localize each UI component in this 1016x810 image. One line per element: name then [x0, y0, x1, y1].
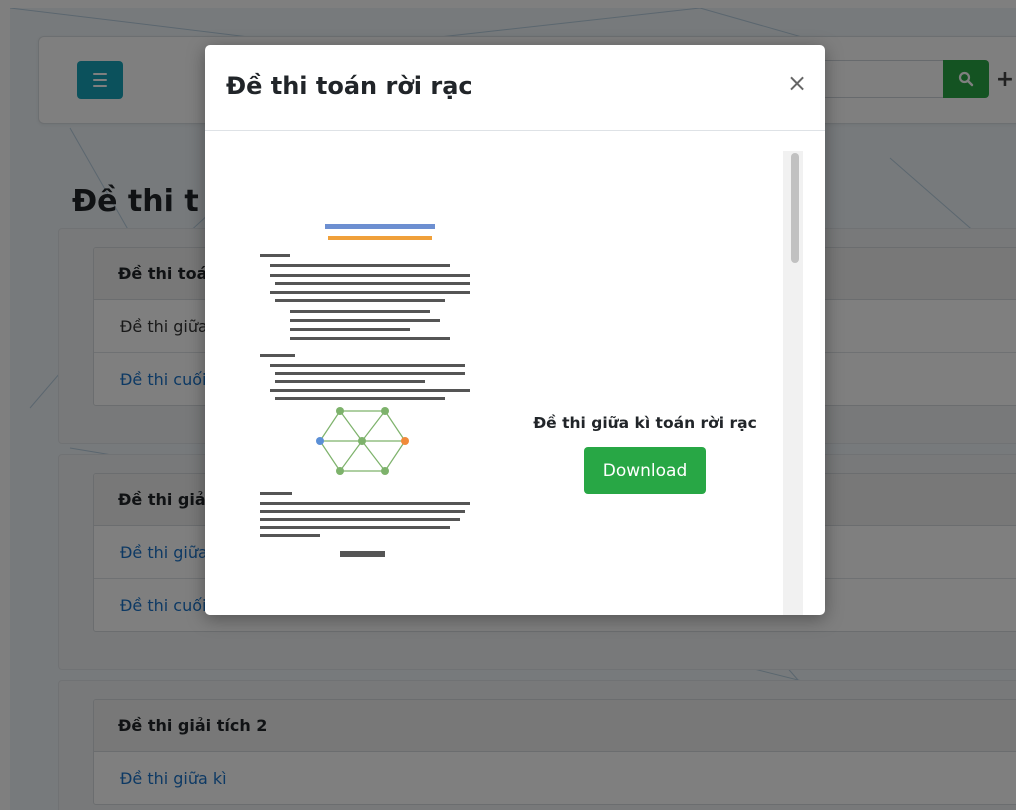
exam-modal: Đề thi toán rời rạc × Đề thi giữa kì toá…	[205, 45, 825, 615]
file-title: Đề thi giữa kì toán rời rạc	[533, 414, 757, 432]
modal-header: Đề thi toán rời rạc ×	[205, 45, 825, 131]
modal-title: Đề thi toán rời rạc	[226, 72, 473, 100]
preview-scrollbar-thumb[interactable]	[791, 153, 799, 263]
document-preview[interactable]: Đề thi giữa kì toán rời rạc Download	[205, 131, 805, 615]
close-icon[interactable]: ×	[785, 71, 809, 95]
document-thumbnail	[250, 161, 510, 581]
download-button[interactable]: Download	[584, 447, 706, 494]
modal-body: Đề thi giữa kì toán rời rạc Download	[205, 131, 825, 615]
